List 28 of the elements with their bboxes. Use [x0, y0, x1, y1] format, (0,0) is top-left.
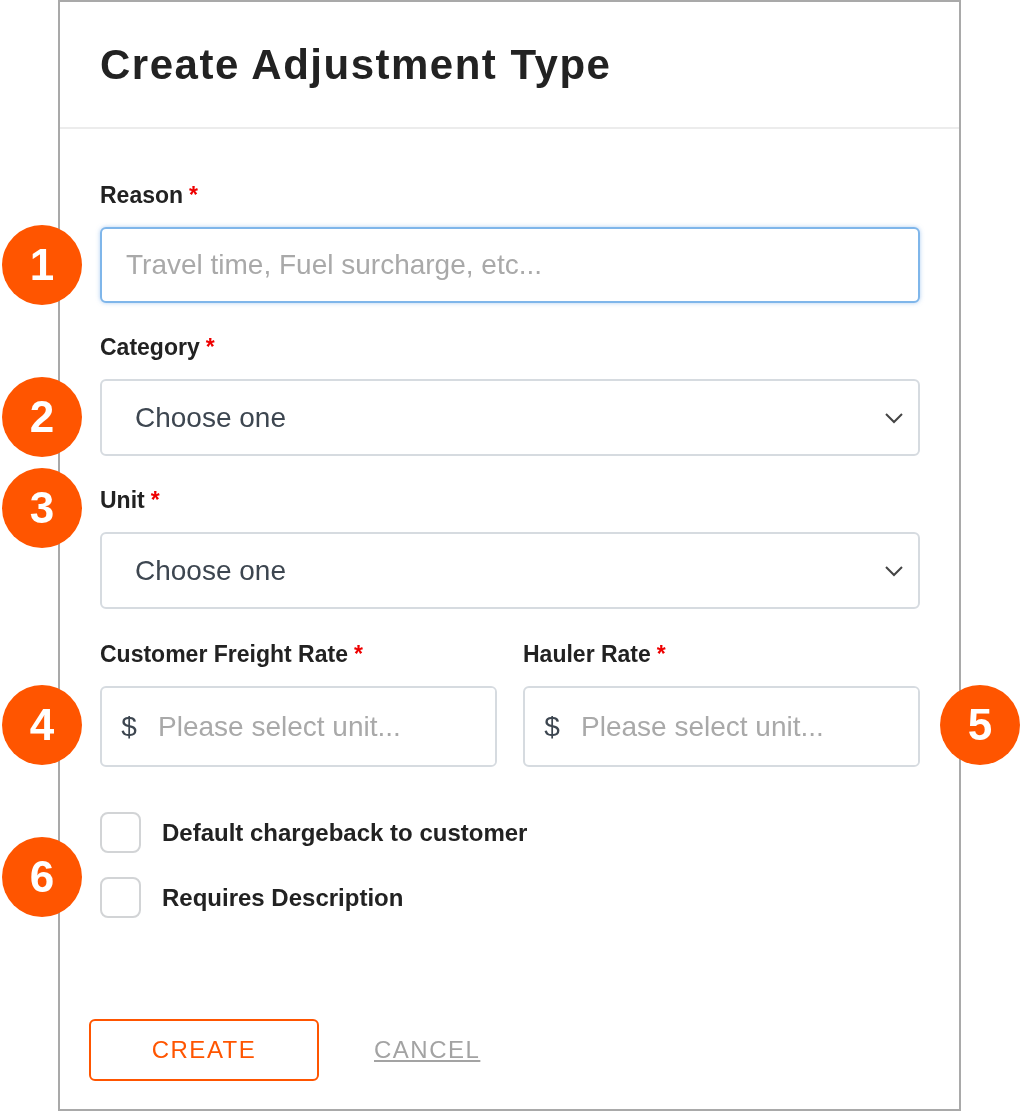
checkbox[interactable]: [100, 812, 141, 853]
rate-field[interactable]: $ Please select unit...: [523, 686, 920, 767]
required-asterisk: *: [656, 641, 666, 667]
dropdown[interactable]: Choose one: [100, 532, 920, 609]
dialog-title: Create Adjustment Type: [100, 40, 612, 89]
reason-field[interactable]: Travel time, Fuel surcharge, etc...: [100, 227, 920, 303]
callout-badge: 2: [2, 377, 82, 457]
rate-field[interactable]: $ Please select unit...: [100, 686, 497, 767]
required-asterisk: *: [353, 641, 363, 667]
chevron-down-icon: [884, 564, 904, 577]
field-label: Customer Freight Rate: [100, 641, 348, 667]
field-label: Reason: [100, 182, 184, 208]
checkbox-label: Requires Description: [162, 883, 404, 912]
callout-badge: 5: [940, 685, 1020, 765]
callout-badge: 4: [2, 685, 82, 765]
callout-badge: 3: [2, 468, 82, 548]
field-label: Category: [100, 334, 200, 360]
checkbox[interactable]: [100, 877, 141, 918]
callout-badge: 1: [2, 225, 82, 305]
required-asterisk: *: [189, 182, 199, 208]
field-label: Hauler Rate: [523, 641, 651, 667]
callout-badge: 6: [2, 837, 82, 917]
chevron-down-icon: [884, 411, 904, 424]
dropdown[interactable]: Choose one: [100, 379, 920, 456]
field-label: Unit: [100, 487, 145, 513]
checkbox-label: Default chargeback to customer: [162, 818, 528, 847]
required-asterisk: *: [150, 487, 160, 513]
required-asterisk: *: [205, 334, 215, 360]
